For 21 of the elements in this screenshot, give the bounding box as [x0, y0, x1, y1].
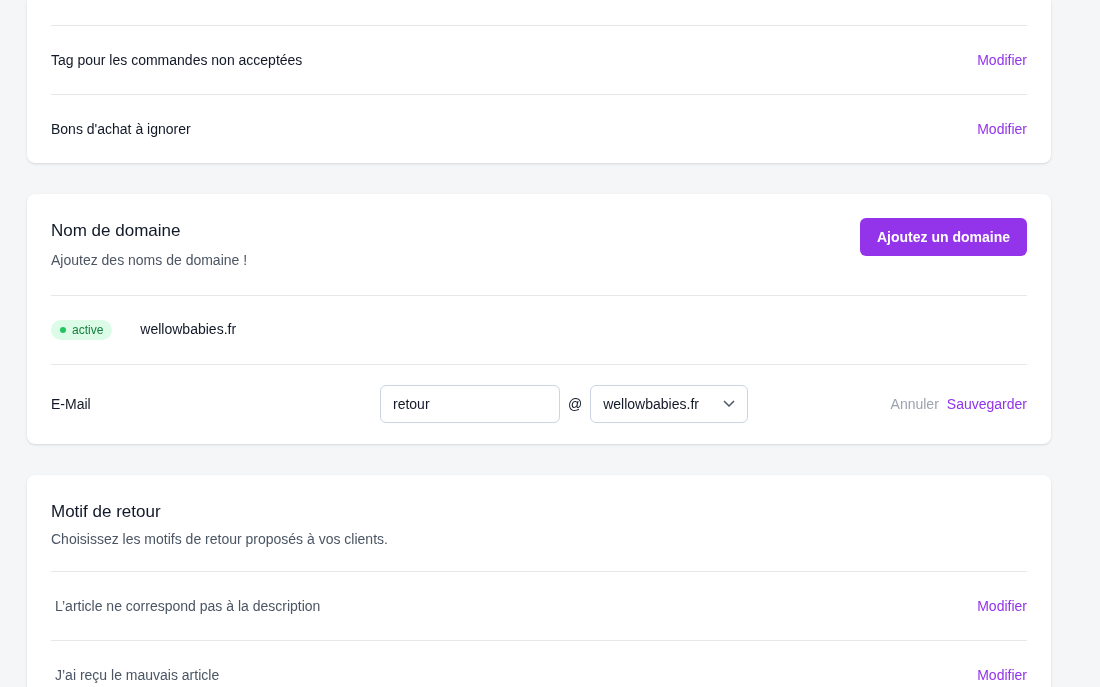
setting-label: Bons d'achat à ignorer [51, 119, 191, 139]
card-title: Nom de domaine [51, 220, 182, 242]
modify-link[interactable]: Modifier [977, 118, 1027, 140]
card-subtitle: Choisissez les motifs de retour proposés à vos clients. [51, 530, 389, 549]
status-badge: active [51, 319, 113, 340]
setting-label: L’article ne correspond pas à la description [54, 596, 321, 616]
modify-link[interactable]: Modifier [977, 595, 1027, 617]
email-label: E-Mail [51, 394, 92, 414]
card-subtitle: Ajoutez des noms de domaine ! [51, 250, 248, 270]
domain-select[interactable]: wellowbabies.fr [590, 385, 749, 423]
save-link[interactable]: Sauvegarder [946, 393, 1027, 415]
setting-label: Tag pour les commandes non acceptées [51, 50, 303, 70]
domain-name: wellowbabies.fr [140, 320, 237, 339]
add-domain-button[interactable]: Ajoutez un domaine [860, 218, 1027, 256]
modify-link[interactable]: Modifier [977, 664, 1027, 686]
chevron-down-icon [723, 400, 736, 408]
setting-label: J’ai reçu le mauvais article [54, 665, 220, 685]
at-sign: @ [568, 394, 583, 414]
email-local-field[interactable]: retour [380, 385, 560, 423]
modify-link[interactable]: Modifier [977, 49, 1027, 71]
card-title: Motif de retour [51, 500, 162, 523]
